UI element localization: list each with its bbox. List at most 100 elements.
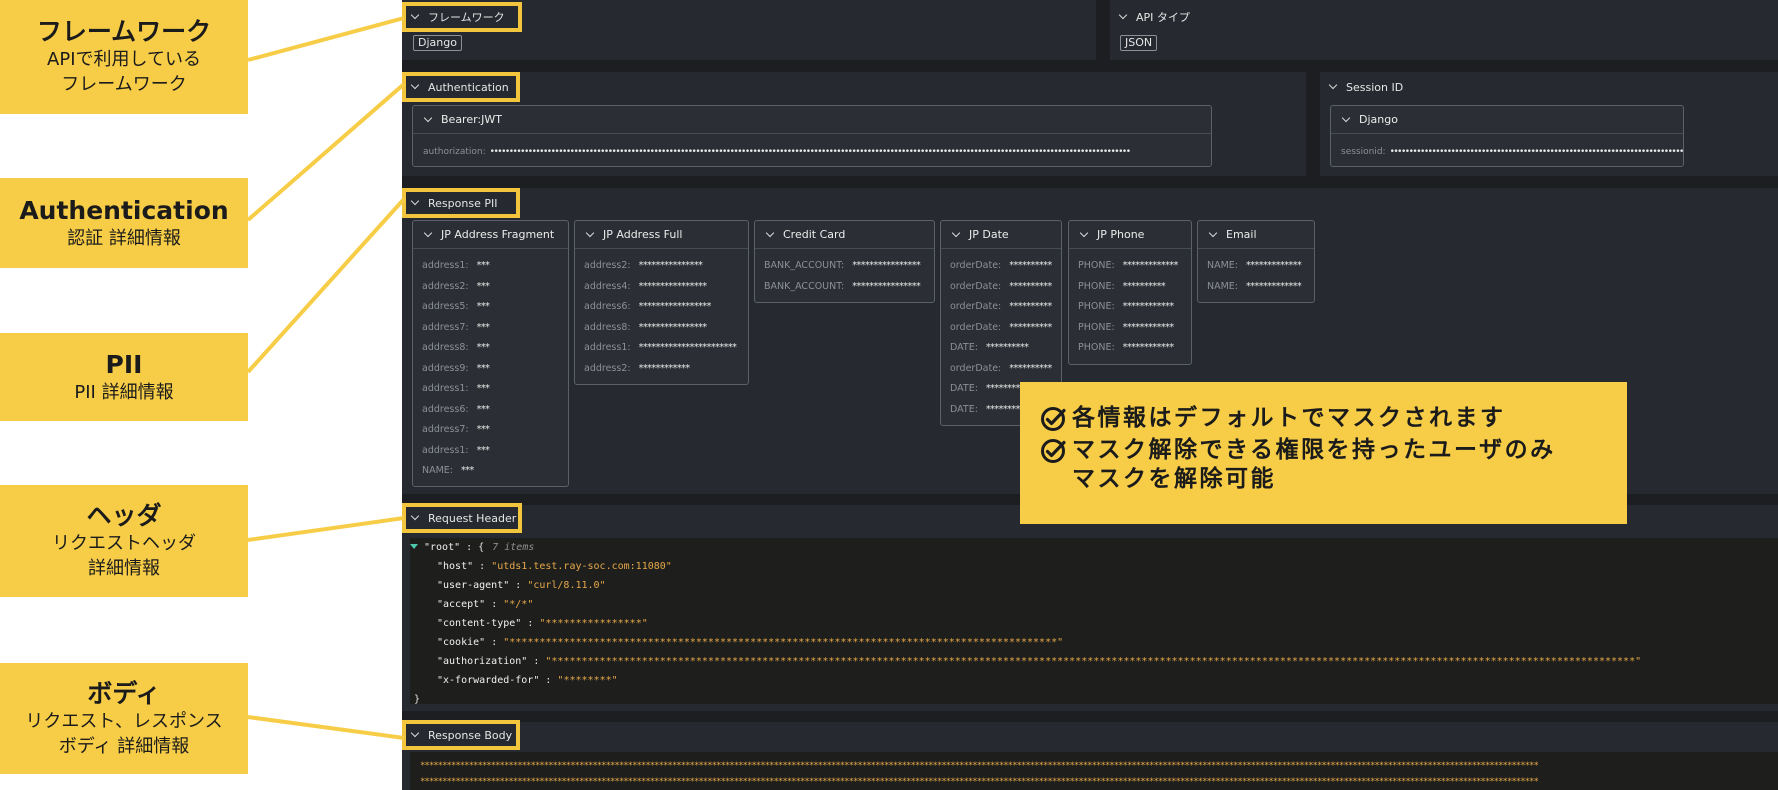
section-label: API タイプ [1136, 11, 1190, 24]
pii-row: address4: **************** [575, 277, 748, 298]
json-key: "cookie" [437, 637, 486, 648]
pii-panel-toggle[interactable]: JP Date [941, 221, 1061, 249]
session-django-panel-toggle[interactable]: Django [1331, 106, 1683, 134]
field-key: address9: [422, 362, 469, 374]
authentication-section-toggle[interactable]: Authentication [402, 72, 520, 102]
json-entry: "user-agent" : "curl/8.11.0" [437, 580, 606, 591]
json-item-count: 7 items [492, 542, 535, 553]
masked-value: ********** [1122, 280, 1166, 292]
pii-rows: PHONE: ************* PHONE: ********** PHO… [1069, 249, 1191, 359]
callout-subtitle: 詳細情報 [88, 558, 160, 579]
pii-panel-toggle[interactable]: Email [1198, 221, 1314, 249]
callout-subtitle: 認証 詳細情報 [67, 227, 181, 249]
masked-value: **************** [852, 280, 921, 292]
pii-row: NAME: ************* [1198, 256, 1314, 277]
field-key: orderDate: [950, 301, 1002, 312]
callout-subtitle: リクエストヘッダ [52, 533, 196, 554]
masked-value: *** [476, 342, 490, 353]
api-type-section-toggle[interactable]: API タイプ [1110, 2, 1190, 32]
masking-note-text-line: マスクを解除可能 [1072, 466, 1276, 492]
json-value: "********" [557, 675, 618, 686]
field-key: PHONE: [1078, 342, 1115, 353]
json-root-line[interactable]: "root" : { 7 items [410, 538, 1778, 557]
json-value: "*/*" [503, 599, 534, 610]
bearer-jwt-panel: Bearer:JWT authorization: •••••••••••••••… [412, 105, 1212, 167]
authorization-row: authorization: ••••••••••••••••••••••••••… [413, 134, 1211, 166]
masked-value: ************ [1122, 342, 1175, 353]
masked-value: *** [476, 424, 490, 435]
pii-row: PHONE: ************ [1069, 318, 1191, 339]
pii-rows: BANK_ACCOUNT: **************** BANK_ACCOU… [755, 249, 934, 297]
section-label: Authentication [428, 80, 509, 94]
masked-value: *** [476, 362, 490, 374]
json-key: "user-agent" [437, 580, 510, 591]
field-key: orderDate: [950, 321, 1002, 333]
json-entry: "authorization" : "*********************… [437, 656, 1642, 667]
framework-section-toggle[interactable]: フレームワーク [402, 2, 522, 32]
field-key: NAME: [422, 465, 454, 476]
json-brace: : { [460, 542, 485, 553]
json-entry: "content-type" : "****************" [437, 618, 648, 629]
panel-title: JP Date [969, 228, 1009, 241]
expand-triangle-icon[interactable] [410, 544, 418, 549]
pii-row: orderDate: ********** [941, 256, 1061, 277]
chevron-down-icon [1079, 228, 1089, 237]
json-key: "root" [424, 542, 461, 553]
check-circle-icon [1041, 407, 1066, 431]
session-section-toggle[interactable]: Session ID [1320, 72, 1403, 102]
pii-row: BANK_ACCOUNT: **************** [755, 277, 934, 298]
field-key: NAME: [1207, 260, 1239, 271]
panel-title: JP Address Fragment [441, 228, 555, 241]
callout-framework: フレームワーク APIで利用している フレームワーク [0, 0, 248, 114]
panel-title: Bearer:JWT [441, 113, 502, 126]
request-header-json-viewer: "root" : {7 items "host" : "utds1.test.r… [410, 538, 1778, 704]
masked-value: ********** [1009, 362, 1052, 374]
chevron-down-icon [423, 228, 433, 237]
pii-row: address2: *************** [575, 256, 748, 277]
chevron-down-icon [410, 196, 420, 206]
callout-title: Authentication [19, 195, 229, 225]
pii-row: address7: *** [413, 420, 568, 441]
api-type-section [1110, 0, 1778, 60]
response-body-line: ****************************************… [420, 777, 1539, 787]
response-body-line: ****************************************… [420, 761, 1539, 771]
chevron-down-icon [1341, 113, 1351, 122]
pii-row: orderDate: ********** [941, 318, 1061, 339]
json-value: "***************************************… [545, 656, 1642, 667]
bearer-jwt-panel-toggle[interactable]: Bearer:JWT [413, 106, 1211, 134]
panel-title: JP Phone [1097, 228, 1145, 241]
masked-value: **************** [852, 260, 921, 271]
request-header-section-toggle[interactable]: Request Header [402, 503, 522, 533]
pii-row: orderDate: ********** [941, 297, 1061, 318]
chevron-down-icon [1328, 80, 1338, 90]
chevron-down-icon [1208, 228, 1218, 237]
pii-row: address5: *** [413, 297, 568, 318]
masked-value: ************* [1246, 280, 1302, 292]
callout-subtitle: APIで利用している [47, 49, 201, 70]
pii-row: orderDate: ********** [941, 277, 1061, 298]
field-key: address1: [422, 444, 469, 456]
pii-panel-toggle[interactable]: JP Address Fragment [413, 221, 568, 249]
pii-panel-toggle[interactable]: JP Phone [1069, 221, 1191, 249]
response-body-section-toggle[interactable]: Response Body [402, 720, 520, 750]
masked-value: ********** [1009, 301, 1052, 312]
response-pii-section-toggle[interactable]: Response PII [402, 188, 520, 218]
chevron-down-icon [765, 228, 775, 237]
pii-row: address1: *** [413, 441, 568, 462]
pii-row: DATE: ********** [941, 338, 1061, 359]
json-key: "authorization" [437, 656, 528, 667]
pii-row: orderDate: ********** [941, 359, 1061, 380]
pii-row: address2: ************ [575, 359, 748, 380]
masked-value: ••••••••••••••••••••••••••••••••••••••••… [489, 147, 1131, 157]
pii-panel-toggle[interactable]: JP Address Full [575, 221, 748, 249]
connector-line [247, 715, 405, 740]
pii-panel-toggle[interactable]: Credit Card [755, 221, 934, 249]
json-key: "content-type" [437, 618, 522, 629]
panel-title: Email [1226, 228, 1257, 241]
pii-row: address6: *** [413, 400, 568, 421]
pii-row: NAME: ************* [1198, 277, 1314, 298]
chevron-down-icon [410, 728, 420, 738]
masked-value: ************ [638, 362, 691, 374]
chevron-down-icon [951, 228, 961, 237]
field-key: address7: [422, 321, 469, 333]
